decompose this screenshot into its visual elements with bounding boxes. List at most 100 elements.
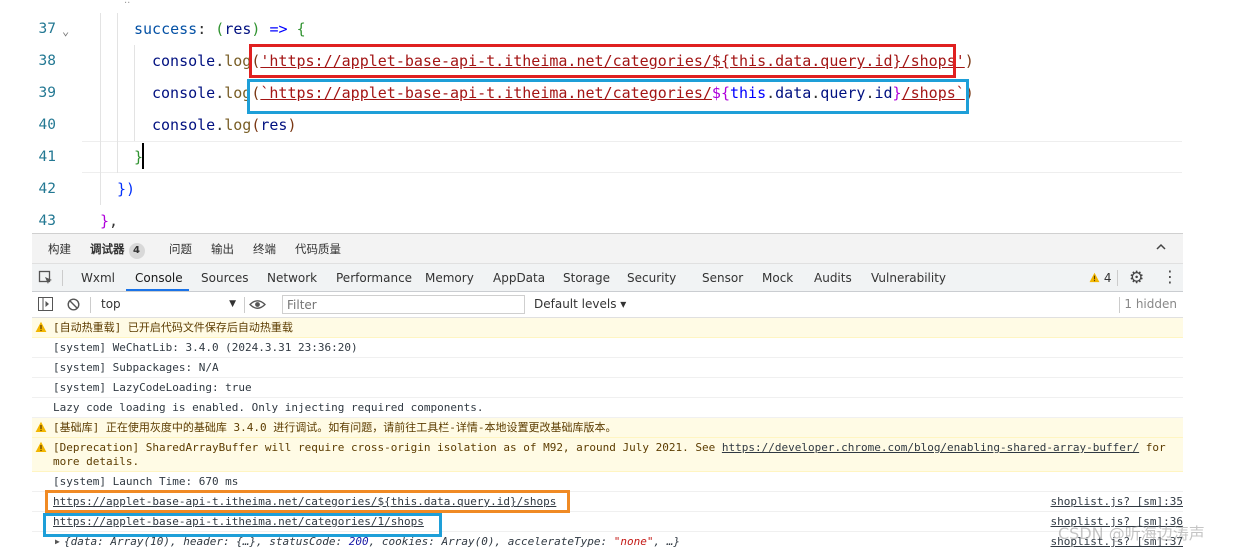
code-text: success: (res) => { bbox=[134, 13, 306, 45]
code-token: res bbox=[260, 116, 288, 134]
eye-icon[interactable] bbox=[249, 299, 266, 310]
code-token: } bbox=[117, 180, 127, 198]
code-token: . bbox=[215, 52, 225, 70]
tab-build[interactable]: 构建 bbox=[48, 234, 71, 264]
tab-problems[interactable]: 问题 bbox=[169, 234, 192, 264]
tab-code-quality[interactable]: 代码质量 bbox=[295, 234, 341, 264]
tab-terminal[interactable]: 终端 bbox=[253, 234, 276, 264]
warning-icon bbox=[35, 421, 47, 432]
line-number: 43 bbox=[38, 213, 56, 229]
tab-memory[interactable]: Memory bbox=[425, 264, 474, 292]
inspect-element-icon[interactable] bbox=[38, 270, 54, 286]
fold-chevron-icon[interactable]: ⌄ bbox=[62, 25, 74, 37]
right-margin bbox=[1183, 233, 1244, 550]
context-select[interactable]: top ▼ bbox=[96, 295, 236, 314]
tab-network[interactable]: Network bbox=[267, 264, 317, 292]
tab-debugger[interactable]: 调试器 4 bbox=[90, 234, 145, 264]
code-token: ) bbox=[126, 180, 136, 198]
tab-performance[interactable]: Performance bbox=[336, 264, 412, 292]
code-token: log bbox=[224, 116, 252, 134]
tab-storage[interactable]: Storage bbox=[563, 264, 610, 292]
tab-audits[interactable]: Audits bbox=[814, 264, 852, 292]
code-token: res bbox=[224, 20, 252, 38]
toolbar-separator bbox=[244, 297, 245, 313]
log-message: Lazy code loading is enabled. Only injec… bbox=[53, 401, 484, 414]
code-token: console bbox=[152, 116, 216, 134]
text-cursor bbox=[142, 143, 144, 169]
object-preview: {data: Array(10), header: {…}, statusCod… bbox=[64, 535, 680, 548]
line-number: 40 bbox=[38, 117, 56, 133]
log-message: [system] WeChatLib: 3.4.0 (2024.3.31 23:… bbox=[53, 341, 358, 354]
toolbar-separator bbox=[1117, 270, 1118, 286]
tab-sources[interactable]: Sources bbox=[201, 264, 248, 292]
watermark: CSDN @听海边涛声 bbox=[1058, 524, 1205, 543]
code-token: ) bbox=[287, 116, 297, 134]
log-message: [system] LazyCodeLoading: true bbox=[53, 381, 252, 394]
tab-output[interactable]: 输出 bbox=[211, 234, 234, 264]
log-message: [自动热重载] 已开启代码文件保存后自动热重载 bbox=[53, 321, 293, 334]
source-link[interactable]: shoplist.js? [sm]:35 bbox=[1051, 495, 1183, 509]
log-message: [Deprecation] SharedArrayBuffer will req… bbox=[53, 441, 1166, 468]
code-line: 43}, bbox=[0, 205, 1244, 233]
expand-triangle-icon[interactable]: ▶ bbox=[55, 537, 60, 546]
indent-guide bbox=[100, 109, 101, 141]
hidden-count: 1 hidden bbox=[1124, 297, 1177, 311]
code-token: console bbox=[152, 84, 216, 102]
line-number: 39 bbox=[38, 85, 56, 101]
tab-sensor[interactable]: Sensor bbox=[702, 264, 743, 292]
editor-top-strip: ·· bbox=[124, 0, 131, 9]
chevron-down-icon: ▼ bbox=[229, 299, 236, 309]
more-options-icon[interactable]: ⋮ bbox=[1162, 267, 1178, 287]
warning-icon bbox=[1089, 272, 1100, 283]
code-token: success bbox=[134, 20, 198, 38]
log-row: [system] Subpackages: N/A bbox=[32, 358, 1183, 378]
log-row: [system] WeChatLib: 3.4.0 (2024.3.31 23:… bbox=[32, 338, 1183, 358]
indent-guide bbox=[117, 109, 118, 141]
indent-guide bbox=[117, 13, 118, 45]
tab-appdata[interactable]: AppData bbox=[493, 264, 545, 292]
log-row: [system] LazyCodeLoading: true bbox=[32, 378, 1183, 398]
code-token: ( bbox=[215, 20, 225, 38]
indent-guide bbox=[100, 141, 101, 173]
devtools-tabs: Wxml Console Sources Network Performance… bbox=[32, 264, 1183, 292]
red-highlight-box bbox=[249, 44, 956, 78]
log-levels-dropdown[interactable]: Default levels ▾ bbox=[534, 295, 626, 314]
orange-highlight-box bbox=[45, 490, 570, 513]
indent-guide bbox=[100, 77, 101, 109]
code-token: } bbox=[100, 212, 110, 230]
tab-wxml[interactable]: Wxml bbox=[81, 264, 115, 292]
tab-mock[interactable]: Mock bbox=[762, 264, 793, 292]
log-row-warning: [Deprecation] SharedArrayBuffer will req… bbox=[32, 438, 1183, 472]
code-token: . bbox=[215, 84, 225, 102]
toolbar-separator bbox=[90, 297, 91, 313]
tab-security[interactable]: Security bbox=[627, 264, 676, 292]
code-text: }, bbox=[100, 205, 118, 233]
line-number: 37 bbox=[38, 21, 56, 37]
code-token: => bbox=[260, 20, 297, 38]
tab-console[interactable]: Console bbox=[135, 264, 183, 292]
toggle-sidebar-icon[interactable] bbox=[38, 297, 53, 311]
line-number: 38 bbox=[38, 53, 56, 69]
code-token: console bbox=[152, 52, 216, 70]
log-row: Lazy code loading is enabled. Only injec… bbox=[32, 398, 1183, 418]
clear-console-icon[interactable] bbox=[67, 298, 80, 311]
warning-icon bbox=[35, 321, 47, 332]
deprecation-link[interactable]: https://developer.chrome.com/blog/enabli… bbox=[722, 441, 1139, 454]
code-token: . bbox=[215, 116, 225, 134]
code-editor[interactable]: ·· 37 ⌄ success: (res) => {38 console.log('… bbox=[0, 0, 1244, 233]
filter-input[interactable] bbox=[282, 295, 525, 314]
warning-counter[interactable]: 4 bbox=[1089, 264, 1111, 292]
settings-gear-icon[interactable]: ⚙ bbox=[1129, 268, 1144, 288]
log-row-warning: [自动热重载] 已开启代码文件保存后自动热重载 bbox=[32, 318, 1183, 338]
code-token: : bbox=[197, 20, 216, 38]
log-message: [基础库] 正在使用灰度中的基础库 3.4.0 进行调试。如有问题，请前往工具栏… bbox=[53, 421, 617, 434]
log-row: [system] Launch Time: 670 ms bbox=[32, 472, 1183, 492]
active-tab-underline bbox=[126, 289, 189, 291]
tab-vulnerability[interactable]: Vulnerability bbox=[871, 264, 946, 292]
indent-guide bbox=[134, 45, 135, 77]
code-token: log bbox=[224, 52, 252, 70]
collapse-panel-icon[interactable] bbox=[1156, 242, 1166, 252]
blue-highlight-box-console bbox=[43, 513, 442, 537]
blue-highlight-box-code bbox=[247, 79, 969, 114]
code-token: { bbox=[296, 20, 306, 38]
